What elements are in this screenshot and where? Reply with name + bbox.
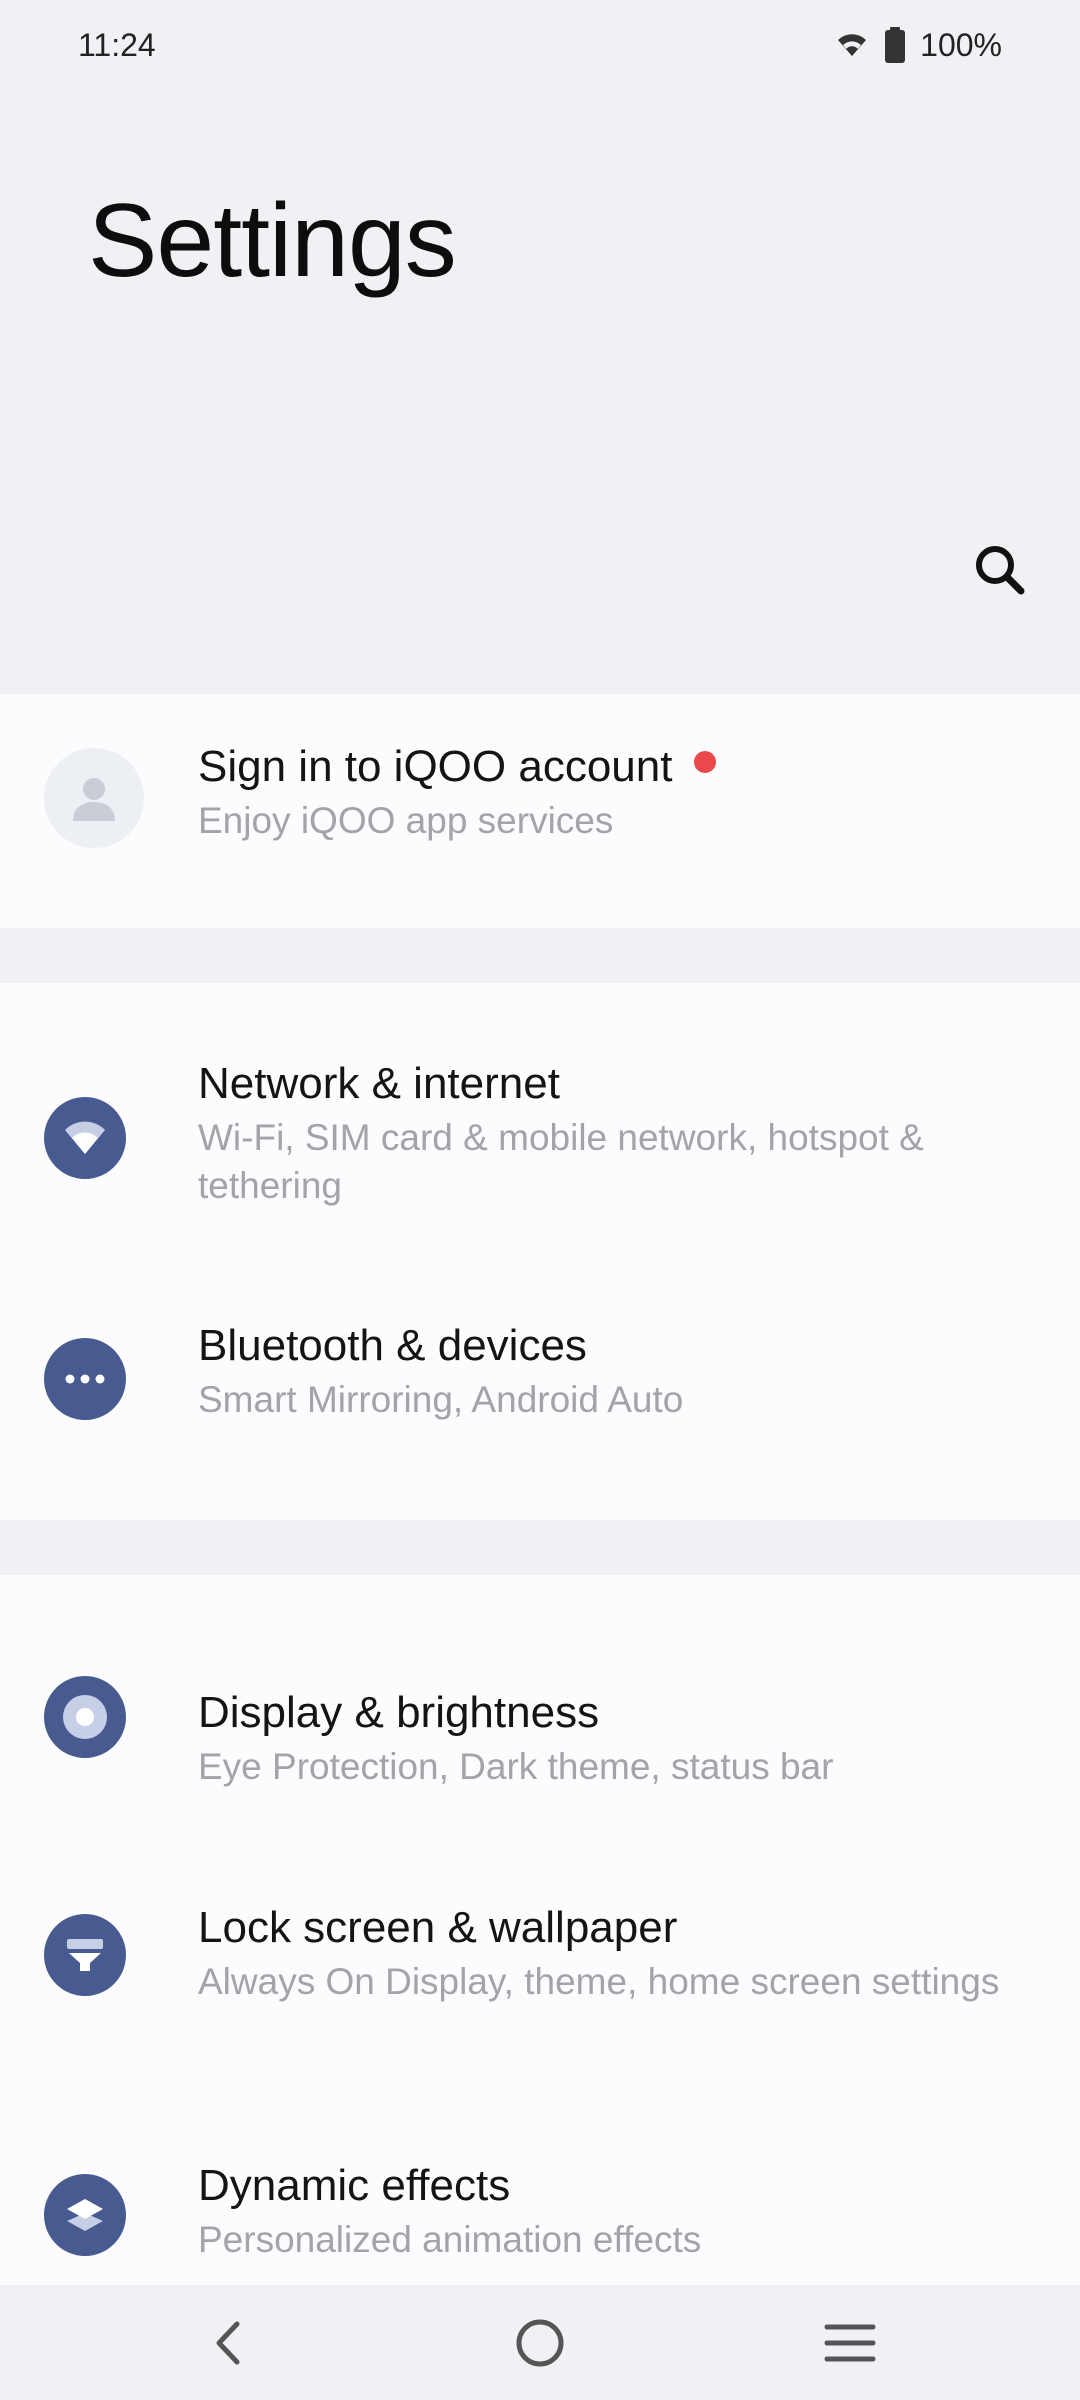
- home-button[interactable]: [500, 2303, 580, 2383]
- settings-item-title: Dynamic effects: [198, 2161, 511, 2210]
- settings-item-subtitle: Wi-Fi, SIM card & mobile network, hotspo…: [198, 1117, 924, 1206]
- status-icons: 100%: [834, 27, 1002, 64]
- settings-item-title: Network & internet: [198, 1059, 560, 1108]
- status-time: 11:24: [78, 26, 156, 63]
- battery-percent: 100%: [920, 26, 1002, 63]
- settings-item-subtitle: Personalized animation effects: [198, 2219, 702, 2260]
- settings-item-lock-screen[interactable]: Lock screen & wallpaper Always On Displa…: [0, 1780, 1080, 2040]
- back-icon: [216, 2321, 240, 2365]
- status-bar: 11:24 100%: [0, 0, 1080, 90]
- wifi-icon: [834, 30, 870, 60]
- back-button[interactable]: [187, 2303, 267, 2383]
- account-subtitle: Enjoy iQOO app services: [198, 800, 614, 841]
- search-button[interactable]: [960, 530, 1040, 610]
- page-title: Settings: [88, 183, 457, 299]
- settings-item-title: Display & brightness: [198, 1688, 600, 1737]
- more-dots-icon: [44, 1338, 126, 1420]
- account-row[interactable]: Sign in to iQOO account Enjoy iQOO app s…: [0, 694, 1080, 928]
- settings-group-connectivity: Network & internet Wi-Fi, SIM card & mob…: [0, 983, 1080, 1520]
- account-title: Sign in to iQOO account: [198, 739, 1000, 795]
- notification-dot: [694, 751, 717, 773]
- display-icon: [44, 1676, 126, 1758]
- settings-group-display: Display & brightness Eye Protection, Dar…: [0, 1575, 1080, 2285]
- battery-icon: [884, 27, 906, 63]
- settings-item-subtitle: Always On Display, theme, home screen se…: [198, 1961, 1000, 2002]
- home-icon: [516, 2319, 564, 2367]
- settings-item-dynamic-effects[interactable]: Dynamic effects Personalized animation e…: [0, 2040, 1080, 2285]
- menu-button[interactable]: [810, 2303, 890, 2383]
- navigation-bar: [0, 2285, 1080, 2400]
- account-title-text: Sign in to iQOO account: [198, 742, 673, 791]
- settings-item-title: Lock screen & wallpaper: [198, 1903, 678, 1952]
- settings-item-display[interactable]: Display & brightness Eye Protection, Dar…: [0, 1575, 1080, 1787]
- search-icon: [976, 546, 1025, 595]
- settings-item-subtitle: Smart Mirroring, Android Auto: [198, 1379, 684, 1420]
- wifi-icon: [44, 1097, 126, 1179]
- lock-screen-icon: [44, 1914, 126, 1996]
- layers-icon: [44, 2174, 126, 2256]
- account-card[interactable]: Sign in to iQOO account Enjoy iQOO app s…: [0, 694, 1080, 928]
- settings-item-bluetooth[interactable]: Bluetooth & devices Smart Mirroring, And…: [0, 1278, 1080, 1520]
- settings-item-network[interactable]: Network & internet Wi-Fi, SIM card & mob…: [0, 983, 1080, 1278]
- settings-item-title: Bluetooth & devices: [198, 1321, 587, 1370]
- menu-icon: [824, 2324, 876, 2362]
- header: Settings: [0, 90, 1080, 693]
